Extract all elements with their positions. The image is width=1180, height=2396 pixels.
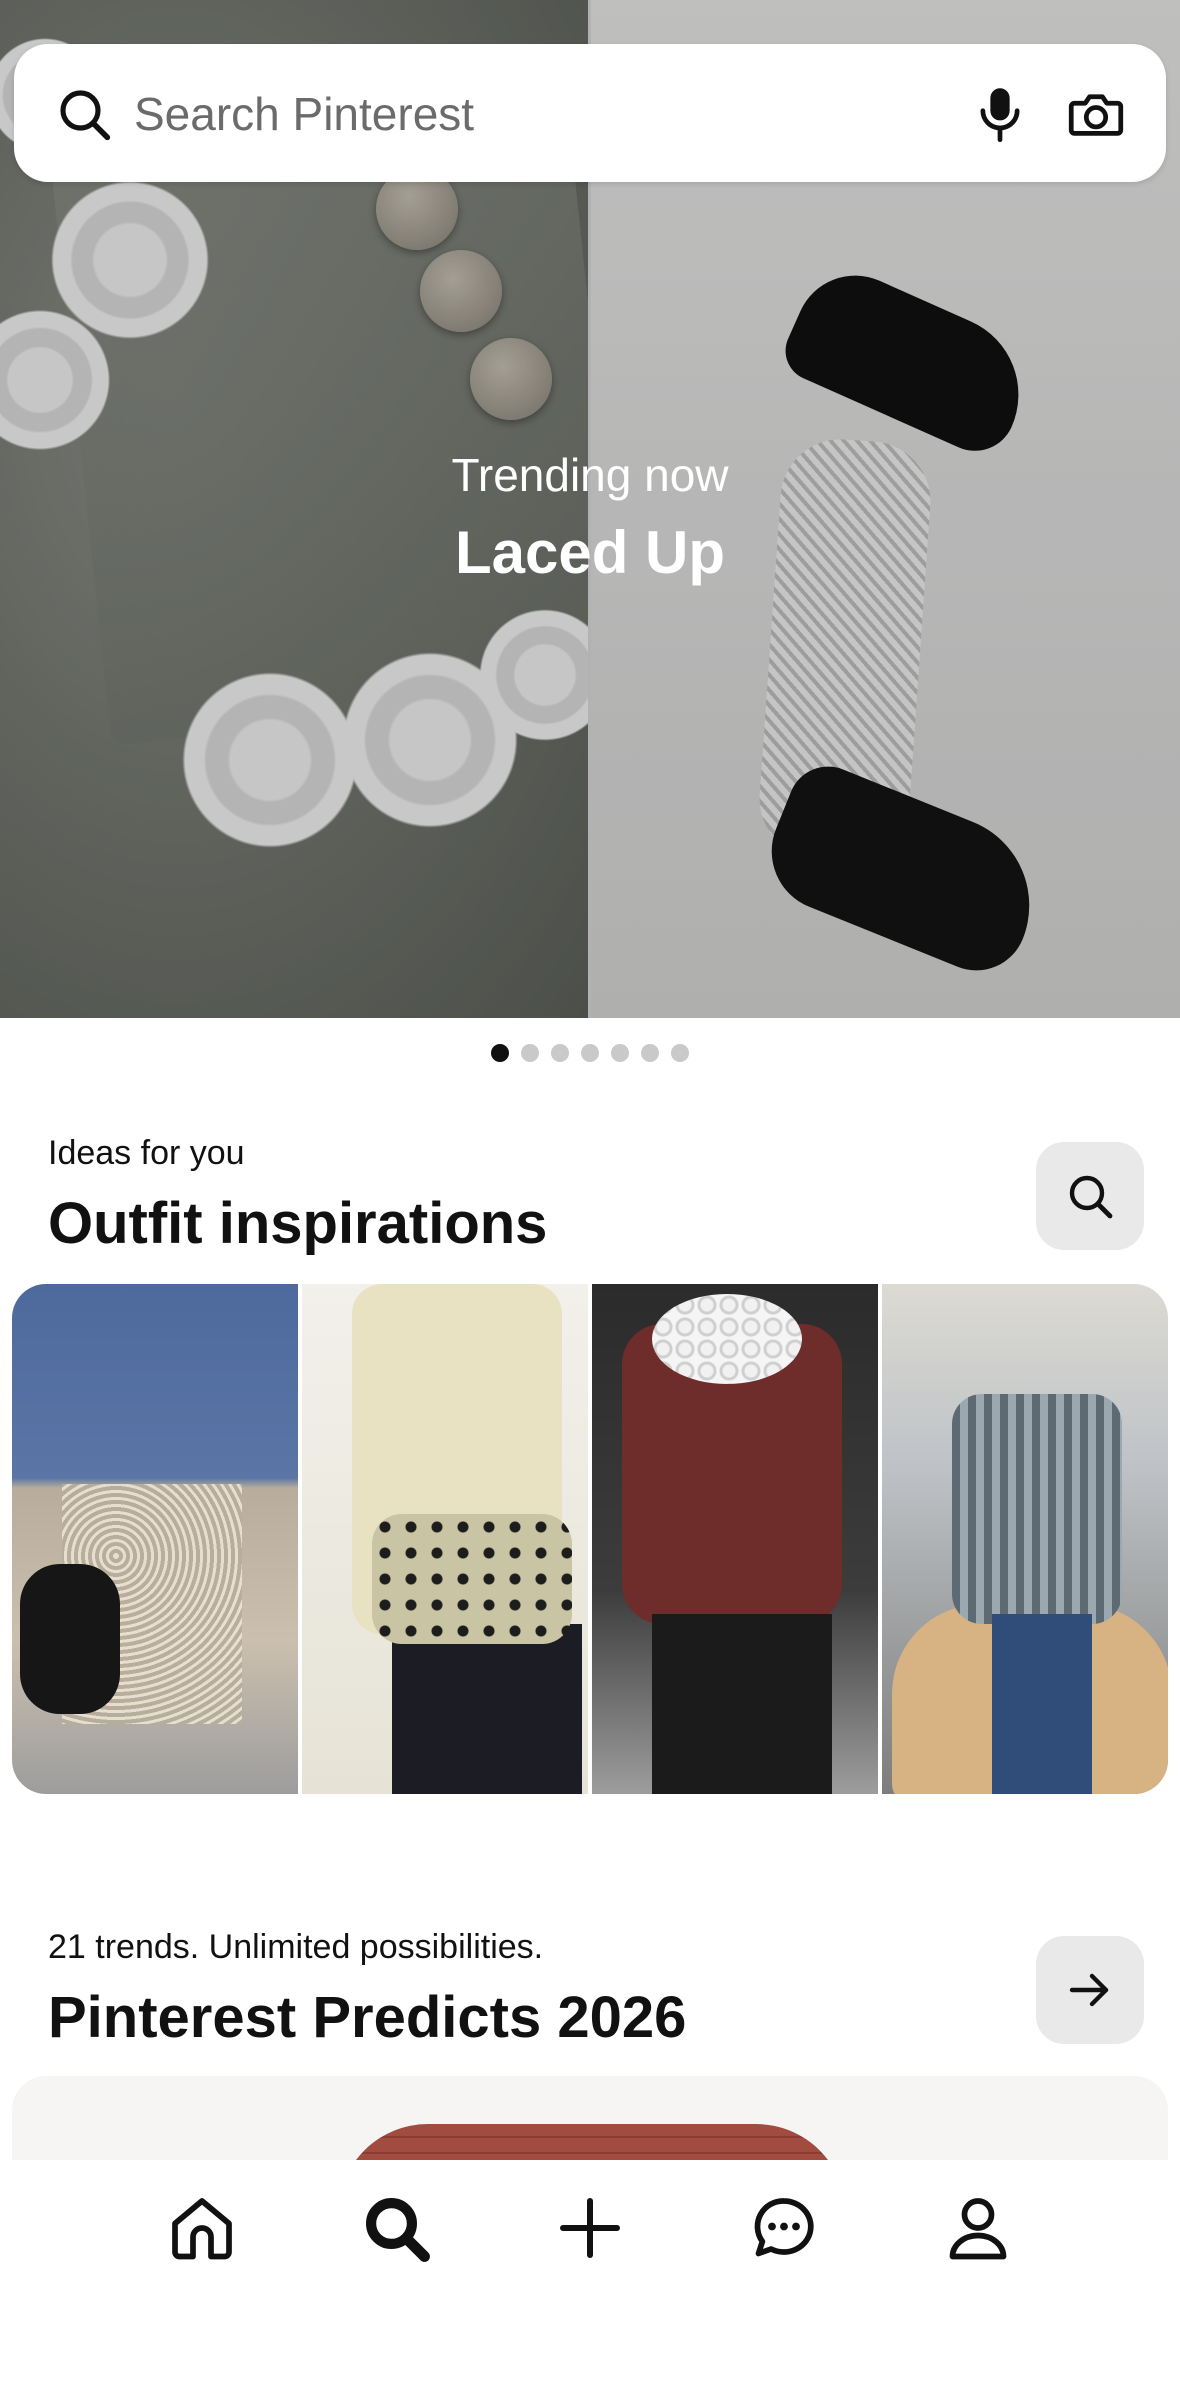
- camera-icon[interactable]: [1068, 86, 1124, 142]
- carousel-dot[interactable]: [581, 1044, 599, 1062]
- nav-profile[interactable]: [942, 2192, 1014, 2264]
- ideas-search-button[interactable]: [1036, 1142, 1144, 1250]
- hero-subtitle: Trending now: [451, 449, 729, 501]
- outfit-image[interactable]: [882, 1284, 1168, 1794]
- search-icon: [365, 2197, 430, 2262]
- carousel-dot[interactable]: [551, 1044, 569, 1062]
- arrow-right-icon: [1069, 1973, 1109, 2007]
- search-icon: [1069, 1175, 1113, 1219]
- bottom-navigation: [0, 2160, 1180, 2396]
- create-icon: [560, 2198, 620, 2258]
- carousel-dot[interactable]: [671, 1044, 689, 1062]
- carousel-dot[interactable]: [491, 1044, 509, 1062]
- nav-messages[interactable]: [748, 2192, 820, 2264]
- outfit-image[interactable]: [12, 1284, 298, 1794]
- outfit-image[interactable]: [592, 1284, 878, 1794]
- outfit-grid[interactable]: [12, 1284, 1168, 1794]
- predicts-arrow-button[interactable]: [1036, 1936, 1144, 2044]
- hero-title: Laced Up: [454, 519, 726, 586]
- outfit-image[interactable]: [302, 1284, 588, 1794]
- ideas-subtitle: Ideas for you: [48, 1134, 245, 1172]
- nav-create[interactable]: [554, 2192, 626, 2264]
- home-icon: [172, 2198, 232, 2260]
- nav-home[interactable]: [166, 2192, 238, 2264]
- carousel-dot[interactable]: [521, 1044, 539, 1062]
- messages-icon: [754, 2198, 814, 2257]
- predicts-title: Pinterest Predicts 2026: [48, 1985, 687, 2050]
- carousel-indicator[interactable]: [0, 1044, 1180, 1062]
- ideas-title: Outfit inspirations: [48, 1191, 548, 1256]
- carousel-dot[interactable]: [611, 1044, 629, 1062]
- nav-search[interactable]: [360, 2192, 432, 2264]
- carousel-dot[interactable]: [641, 1044, 659, 1062]
- profile-icon: [949, 2198, 1007, 2260]
- predicts-subtitle: 21 trends. Unlimited possibilities.: [48, 1928, 544, 1966]
- search-input[interactable]: Search Pinterest: [134, 86, 474, 142]
- microphone-icon[interactable]: [974, 84, 1026, 144]
- search-icon: [60, 90, 111, 141]
